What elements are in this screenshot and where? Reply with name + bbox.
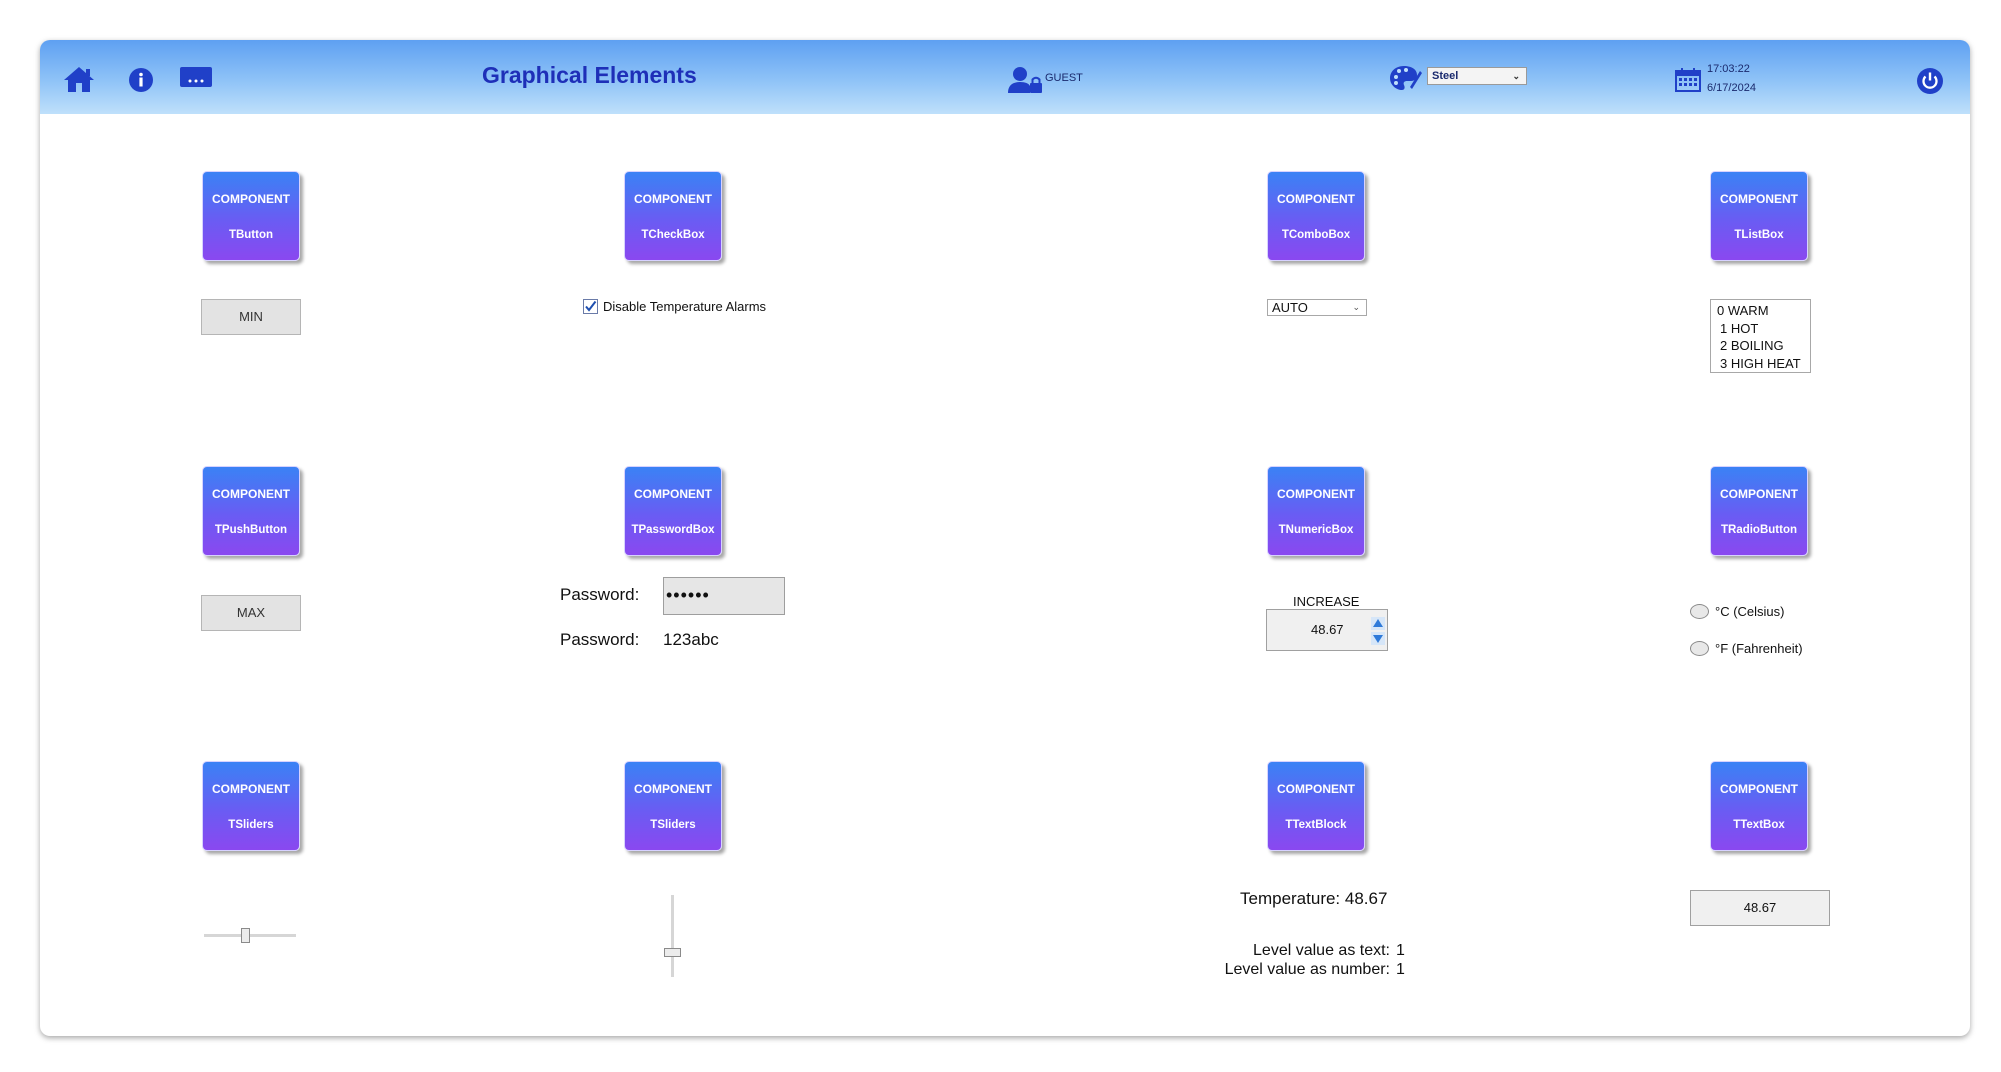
disable-alarms-checkbox[interactable]: Disable Temperature Alarms — [583, 299, 766, 314]
min-button[interactable]: MIN — [201, 299, 301, 335]
checkbox-label: Disable Temperature Alarms — [603, 299, 767, 314]
component-tpasswordbox: COMPONENT TPasswordBox — [624, 466, 722, 556]
component-name: TPasswordBox — [631, 524, 715, 536]
temperature-textbox[interactable]: 48.67 — [1690, 890, 1830, 926]
component-ttextblock: COMPONENT TTextBlock — [1267, 761, 1365, 851]
component-caption: COMPONENT — [1277, 192, 1355, 206]
app-window: Graphical Elements GUEST Steel ⌄ 17:03:2… — [40, 40, 1970, 1036]
component-name: TSliders — [650, 819, 696, 831]
spinner-arrows-icon[interactable] — [1371, 617, 1385, 645]
radio-circle[interactable] — [1690, 604, 1709, 619]
component-name: TListBox — [1734, 229, 1784, 241]
component-name: TSliders — [228, 819, 274, 831]
component-caption: COMPONENT — [212, 782, 290, 796]
chevron-down-icon: ⌄ — [1352, 302, 1360, 312]
component-name: TComboBox — [1281, 229, 1351, 241]
vertical-slider-thumb[interactable] — [664, 947, 681, 957]
max-button[interactable]: MAX — [201, 595, 301, 631]
fahrenheit-radio[interactable]: °F (Fahrenheit) — [1690, 641, 1803, 656]
check-icon — [585, 300, 597, 312]
component-caption: COMPONENT — [1720, 192, 1798, 206]
chevron-down-icon: ⌄ — [1512, 71, 1520, 81]
component-caption: COMPONENT — [1720, 487, 1798, 501]
user-lock-icon[interactable] — [1008, 66, 1044, 94]
component-name: TTextBox — [1733, 819, 1785, 831]
component-caption: COMPONENT — [1277, 487, 1355, 501]
list-item[interactable]: 0 WARM — [1717, 302, 1810, 320]
component-caption: COMPONENT — [1277, 782, 1355, 796]
horizontal-slider-track[interactable] — [204, 934, 296, 937]
power-icon[interactable] — [1916, 67, 1944, 95]
component-tpushbutton: COMPONENT TPushButton — [202, 466, 300, 556]
list-item[interactable]: 1 HOT — [1717, 320, 1810, 338]
numeric-label: INCREASE — [1293, 594, 1360, 609]
calendar-icon — [1675, 68, 1701, 92]
component-name: TRadioButton — [1720, 524, 1797, 536]
component-tlistbox: COMPONENT TListBox — [1710, 171, 1808, 261]
user-name: GUEST — [1045, 72, 1083, 84]
component-caption: COMPONENT — [634, 487, 712, 501]
component-ttextbox: COMPONENT TTextBox — [1710, 761, 1808, 851]
level-number-value: 1 — [1396, 961, 1405, 978]
page-title: Graphical Elements — [482, 62, 697, 88]
radio-label: °F (Fahrenheit) — [1715, 641, 1803, 656]
component-name: TPushButton — [214, 524, 288, 536]
component-name: TNumericBox — [1278, 524, 1354, 536]
theme-select[interactable]: Steel ⌄ — [1427, 67, 1527, 85]
celsius-radio[interactable]: °C (Celsius) — [1690, 604, 1784, 619]
component-tcombobox: COMPONENT TComboBox — [1267, 171, 1365, 261]
password-input[interactable]: •••••• — [663, 577, 785, 615]
clock-date: 6/17/2024 — [1707, 82, 1756, 94]
clock-time: 17:03:22 — [1707, 63, 1750, 75]
horizontal-slider-thumb[interactable] — [240, 928, 250, 943]
theme-value: Steel — [1432, 70, 1459, 82]
header-bar: Graphical Elements GUEST Steel ⌄ 17:03:2… — [40, 40, 1970, 114]
level-text-value: 1 — [1396, 942, 1405, 959]
heat-listbox[interactable]: 0 WARM 1 HOT 2 BOILING 3 HIGH HEAT — [1710, 299, 1811, 373]
mode-combobox[interactable]: AUTO ⌄ — [1267, 299, 1367, 316]
info-icon[interactable] — [128, 67, 154, 93]
component-tsliders-h: COMPONENT TSliders — [202, 761, 300, 851]
password-plain-value: 123abc — [663, 630, 719, 649]
list-item[interactable]: 3 HIGH HEAT — [1717, 355, 1810, 373]
checkbox-box[interactable] — [583, 299, 598, 314]
radio-label: °C (Celsius) — [1715, 604, 1785, 619]
combobox-value: AUTO — [1272, 300, 1308, 315]
component-tnumericbox: COMPONENT TNumericBox — [1267, 466, 1365, 556]
level-text-label: Level value as text: — [1253, 942, 1390, 959]
more-icon[interactable] — [180, 67, 212, 87]
home-icon[interactable] — [62, 65, 96, 93]
component-tcheckbox: COMPONENT TCheckBox — [624, 171, 722, 261]
radio-circle[interactable] — [1690, 641, 1709, 656]
component-caption: COMPONENT — [634, 782, 712, 796]
vertical-slider-track[interactable] — [671, 895, 674, 977]
component-tbutton: COMPONENT TButton — [202, 171, 300, 261]
level-number-label: Level value as number: — [1224, 961, 1390, 978]
component-caption: COMPONENT — [1720, 782, 1798, 796]
password-label-2: Password: — [560, 630, 640, 649]
component-caption: COMPONENT — [212, 487, 290, 501]
numeric-input[interactable]: 48.67 — [1266, 609, 1388, 651]
component-caption: COMPONENT — [634, 192, 712, 206]
component-caption: COMPONENT — [212, 192, 290, 206]
list-item[interactable]: 2 BOILING — [1717, 337, 1810, 355]
palette-icon[interactable] — [1390, 65, 1422, 91]
component-tsliders-v: COMPONENT TSliders — [624, 761, 722, 851]
temperature-text: Temperature: 48.67 — [1240, 889, 1388, 908]
component-name: TButton — [228, 229, 274, 241]
component-name: TTextBlock — [1285, 819, 1347, 831]
numeric-value: 48.67 — [1311, 622, 1344, 637]
component-tradiobutton: COMPONENT TRadioButton — [1710, 466, 1808, 556]
component-name: TCheckBox — [641, 229, 705, 241]
datetime: 17:03:22 6/17/2024 — [1707, 60, 1756, 98]
password-label: Password: — [560, 585, 640, 604]
